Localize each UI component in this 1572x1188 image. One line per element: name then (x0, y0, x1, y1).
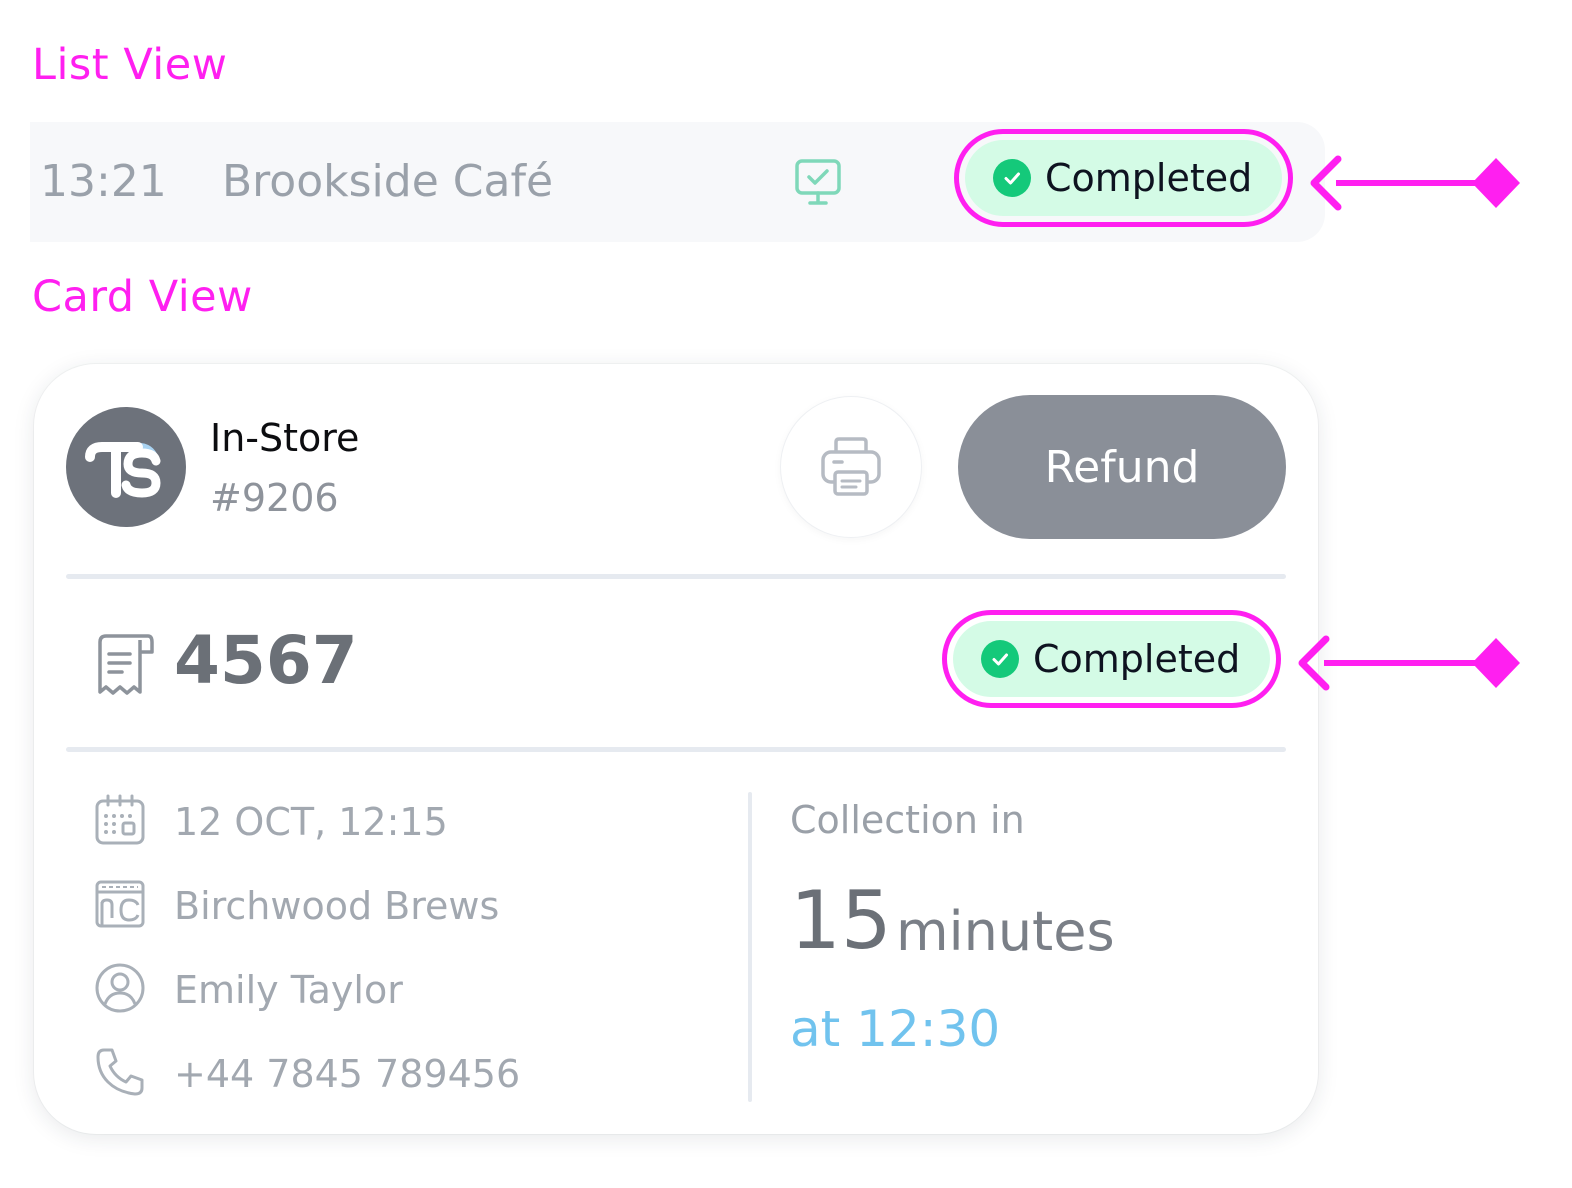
status-label: Completed (1045, 156, 1253, 200)
ts-logo-icon (85, 442, 161, 498)
store-location: Birchwood Brews (174, 884, 500, 928)
list-view-heading: List View (32, 40, 228, 90)
store-icon (95, 880, 145, 928)
customer-phone[interactable]: +44 7845 789456 (174, 1052, 520, 1096)
store-name: Brookside Café (222, 156, 554, 207)
user-circle-icon (95, 963, 145, 1013)
phone-icon (96, 1048, 144, 1096)
divider (66, 574, 1286, 579)
refund-button[interactable]: Refund (958, 395, 1286, 539)
calendar-icon (95, 794, 145, 845)
avatar (66, 407, 186, 527)
divider (66, 747, 1286, 752)
collection-time: at 12:30 (790, 1000, 1001, 1058)
collection-unit: minutes (896, 900, 1115, 963)
card-view-heading: Card View (32, 272, 253, 322)
annotation-arrow (1298, 635, 1520, 691)
monitor-check-icon (795, 159, 841, 205)
order-channel: In-Store (210, 416, 360, 460)
collection-label: Collection in (790, 798, 1025, 842)
receipt-icon (98, 634, 154, 695)
status-badge: Completed (953, 621, 1271, 697)
column-divider (748, 792, 752, 1102)
status-badge: Completed (965, 140, 1283, 216)
status-label: Completed (1033, 637, 1241, 681)
order-time: 13:21 (40, 156, 167, 207)
print-button[interactable] (780, 396, 922, 538)
order-datetime: 12 OCT, 12:15 (174, 800, 448, 844)
order-number: #9206 (210, 476, 339, 520)
receipt-number: 4567 (174, 622, 358, 699)
status-badge-highlight: Completed (954, 129, 1294, 227)
annotation-arrow (1310, 155, 1520, 211)
collection-value: 15 (790, 874, 892, 967)
check-circle-icon (981, 640, 1019, 678)
check-circle-icon (993, 159, 1031, 197)
printer-icon (821, 437, 881, 496)
order-card[interactable]: In-Store #9206 Refund 4567 12 OCT, 12:15… (34, 364, 1318, 1134)
status-badge-highlight: Completed (942, 610, 1282, 708)
customer-name: Emily Taylor (174, 968, 403, 1012)
